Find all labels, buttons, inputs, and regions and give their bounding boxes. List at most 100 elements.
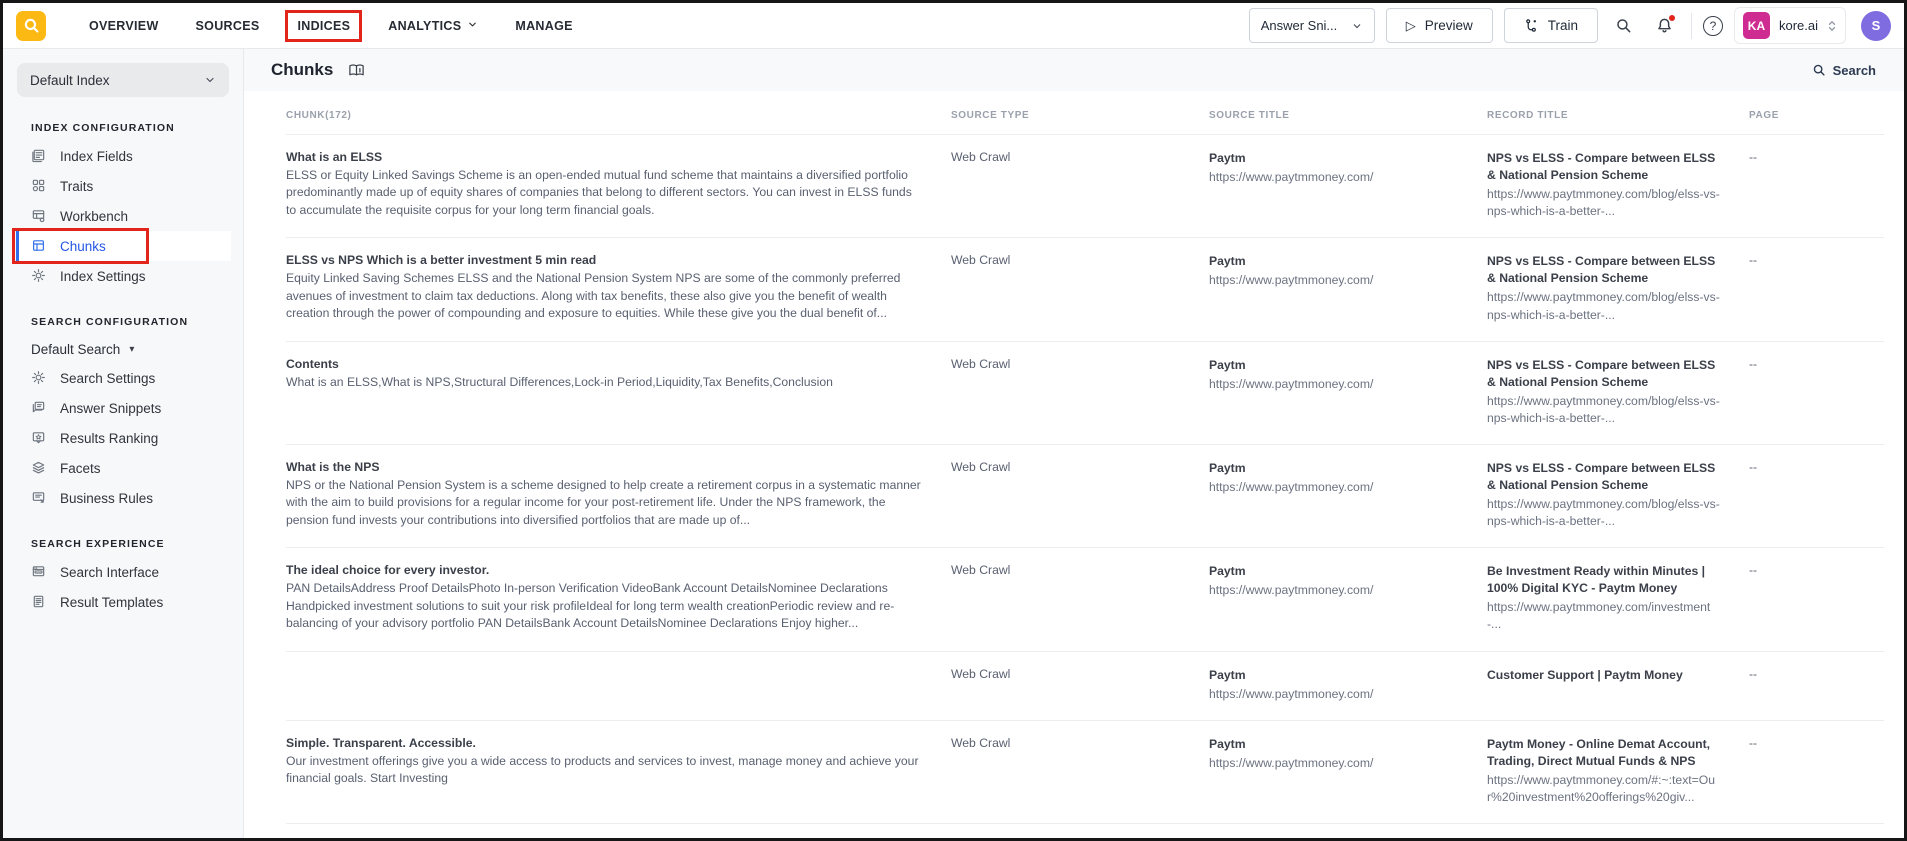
sidebar-item-answer-snippets[interactable]: Answer Snippets <box>3 393 243 423</box>
nav-item-sources[interactable]: SOURCES <box>185 11 271 41</box>
chunk-body: ELSS or Equity Linked Savings Scheme is … <box>286 168 912 217</box>
nav-item-label: INDICES <box>297 18 351 33</box>
source-type-cell: Web Crawl <box>951 735 1011 750</box>
sidebar-item-workbench[interactable]: Workbench <box>3 201 243 231</box>
source-type-cell: Web Crawl <box>951 356 1011 371</box>
sidebar-item-facets[interactable]: Facets <box>3 453 243 483</box>
train-button[interactable]: Train <box>1503 8 1598 43</box>
answer-snippets-dropdown[interactable]: Answer Sni... <box>1248 8 1375 43</box>
source-type-cell: Web Crawl <box>951 563 1011 578</box>
notification-dot <box>1668 14 1675 21</box>
train-label: Train <box>1547 18 1578 33</box>
source-title-cell: Paytm https://www.paytmmoney.com/ <box>1209 736 1487 806</box>
record-title-cell: NPS vs ELSS - Compare between ELSS & Nat… <box>1487 357 1749 427</box>
table-row[interactable]: What is an ELSS ELSS or Equity Linked Sa… <box>286 134 1884 237</box>
record-url: https://www.paytmmoney.com/blog/elss-vs-… <box>1487 393 1720 425</box>
source-url: https://www.paytmmoney.com/ <box>1209 170 1374 185</box>
sidebar-item-traits[interactable]: Traits <box>3 171 243 201</box>
results-ranking-icon <box>31 430 47 446</box>
preview-label: Preview <box>1424 18 1473 33</box>
top-navbar: OVERVIEW SOURCES INDICES ANALYTICS MANAGE An… <box>3 3 1904 49</box>
account-name: kore.ai <box>1778 18 1818 33</box>
chunk-title: Simple. Transparent. Accessible. <box>286 735 476 750</box>
main-content: Chunks Search CHUNK(172) SOURCE TYPE SOURC… <box>244 49 1904 838</box>
index-fields-icon <box>31 148 47 164</box>
record-url: https://www.paytmmoney.com/#:~:text=Our%… <box>1487 772 1716 804</box>
table-row[interactable]: Web Crawl Paytm https://www.paytmmoney.c… <box>286 650 1884 720</box>
table-row[interactable]: ELSS vs NPS Which is a better investment… <box>286 237 1884 340</box>
chunk-body: What is an ELSS,What is NPS,Structural D… <box>286 374 833 389</box>
gear-icon <box>31 268 47 284</box>
chunk-title: ELSS vs NPS Which is a better investment… <box>286 253 597 268</box>
preview-button[interactable]: ▷ Preview <box>1385 8 1493 43</box>
sidebar-item-chunks[interactable]: Chunks <box>12 228 231 264</box>
account-switcher[interactable]: KA kore.ai <box>1733 7 1846 44</box>
source-title-cell: Paytm https://www.paytmmoney.com/ <box>1209 460 1487 530</box>
source-url: https://www.paytmmoney.com/ <box>1209 755 1374 770</box>
sidebar-item-search-interface[interactable]: Search Interface <box>3 557 243 587</box>
table-row[interactable]: The ideal choice for every investor. PAN… <box>286 547 1884 650</box>
chevron-updown-icon <box>1827 19 1837 33</box>
table-search-label: Search <box>1832 62 1876 78</box>
sidebar-item-search-settings[interactable]: Search Settings <box>3 363 243 393</box>
record-url: https://www.paytmmoney.com/blog/elss-vs-… <box>1487 187 1720 219</box>
app-logo[interactable] <box>16 10 46 41</box>
source-type-cell: Web Crawl <box>951 666 1011 681</box>
nav-item-label: SOURCES <box>195 18 260 33</box>
sidebar-item-index-fields[interactable]: Index Fields <box>3 141 243 171</box>
gear-icon <box>31 370 47 386</box>
record-title: Customer Support | Paytm Money <box>1487 667 1683 682</box>
sidebar-item-label: Search Interface <box>60 564 160 580</box>
user-avatar[interactable]: S <box>1861 10 1891 41</box>
chunk-body: PAN DetailsAddress Proof DetailsPhoto In… <box>286 581 895 630</box>
sidebar-item-label: Facets <box>60 460 101 476</box>
nav-item-label: ANALYTICS <box>388 18 462 33</box>
source-title: Paytm <box>1209 357 1246 372</box>
index-selector-value: Default Index <box>30 72 110 88</box>
chunks-icon <box>31 238 47 254</box>
global-search-button[interactable] <box>1609 11 1639 41</box>
source-url: https://www.paytmmoney.com/ <box>1209 273 1374 288</box>
workbench-icon <box>31 208 47 224</box>
source-title: Paytm <box>1209 564 1246 579</box>
answer-snippets-icon <box>31 400 47 416</box>
search-icon <box>1813 64 1825 76</box>
help-icon[interactable]: ? <box>1702 15 1723 36</box>
page-cell: -- <box>1749 253 1758 268</box>
sidebar-item-label: Result Templates <box>60 594 164 610</box>
search-interface-icon <box>31 564 47 580</box>
chunk-body: NPS or the National Pension System is a … <box>286 477 921 527</box>
index-selector-dropdown[interactable]: Default Index <box>17 63 229 97</box>
nav-item-overview[interactable]: OVERVIEW <box>78 11 170 41</box>
nav-item-indices[interactable]: INDICES <box>285 9 363 42</box>
table-row[interactable]: Contents What is an ELSS,What is NPS,Str… <box>286 340 1884 444</box>
sidebar-item-business-rules[interactable]: Business Rules <box>3 483 243 513</box>
sidebar-dropdown-default-search[interactable]: Default Search ▾ <box>3 335 243 363</box>
table-row[interactable]: Web Crawl Paytm https://www.paytmmoney.c… <box>286 823 1884 838</box>
source-url: https://www.paytmmoney.com/ <box>1209 480 1374 495</box>
nav-item-analytics[interactable]: ANALYTICS <box>377 11 489 41</box>
record-title: NPS vs ELSS - Compare between ELSS & Nat… <box>1487 151 1716 183</box>
record-title-cell: NPS vs ELSS - Compare between ELSS & Nat… <box>1487 460 1749 530</box>
record-title-cell: NPS vs ELSS - Compare between ELSS & Nat… <box>1487 253 1749 323</box>
sidebar-item-label: Index Fields <box>60 148 133 164</box>
sidebar-item-label: Chunks <box>60 238 106 254</box>
table-row[interactable]: What is the NPS NPS or the National Pens… <box>286 443 1884 547</box>
caret-down-icon: ▾ <box>129 343 135 355</box>
column-header-source-type: SOURCE TYPE <box>951 110 1030 121</box>
nav-item-manage[interactable]: MANAGE <box>504 11 583 41</box>
page-title: Chunks <box>271 60 334 79</box>
sidebar-item-results-ranking[interactable]: Results Ranking <box>3 423 243 453</box>
sidebar-item-result-templates[interactable]: Result Templates <box>3 587 243 617</box>
record-title-cell: Be Investment Ready within Minutes | 100… <box>1487 563 1749 633</box>
book-info-icon[interactable] <box>348 62 365 79</box>
topnav-right: Answer Sni... ▷ Preview Train ? KA kore.… <box>1248 7 1891 44</box>
notifications-button[interactable] <box>1650 11 1680 41</box>
table-row[interactable]: Simple. Transparent. Accessible. Our inv… <box>286 719 1884 823</box>
page-cell: -- <box>1749 666 1758 681</box>
search-icon <box>1615 17 1632 34</box>
source-title: Paytm <box>1209 736 1246 751</box>
sidebar-item-index-settings[interactable]: Index Settings <box>3 261 243 291</box>
sidebar-item-label: Index Settings <box>60 268 146 284</box>
table-search-button[interactable]: Search <box>1812 63 1876 78</box>
